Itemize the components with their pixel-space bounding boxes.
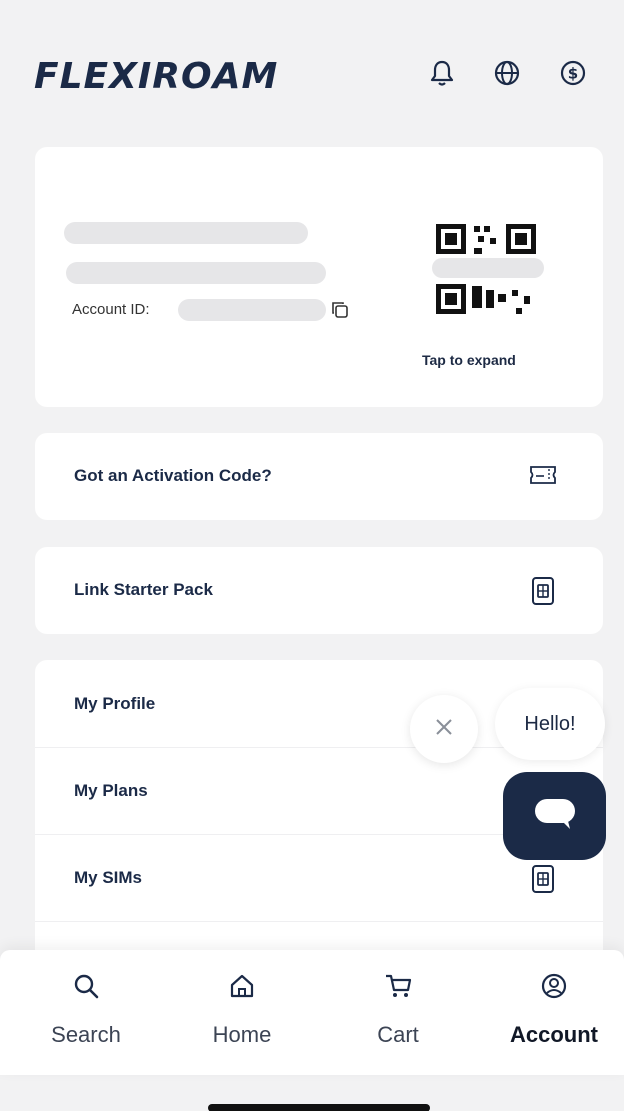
nav-account-label: Account [510,1022,598,1047]
menu-item-my-plans[interactable]: My Plans [74,781,148,801]
nav-search-label: Search [51,1022,121,1047]
link-starter-pack-label: Link Starter Pack [74,580,213,599]
account-name-redacted [64,222,308,244]
chat-greeting-text: Hello! [524,712,576,735]
chat-bubble-icon [532,795,578,838]
bell-icon[interactable] [425,56,459,90]
nav-cart-label: Cart [377,1022,419,1047]
flexiroam-logo[interactable]: FLEXIROAM [34,56,278,97]
nav-cart[interactable]: Cart [320,950,476,1075]
sim-card-icon [530,576,556,611]
nav-search[interactable]: Search [8,950,164,1075]
app-header: FLEXIROAM $ [0,0,624,140]
chat-close-button[interactable] [410,695,478,763]
home-icon [164,972,320,1000]
nav-account[interactable]: Account [476,950,624,1075]
account-id-label: Account ID: [72,301,150,318]
search-icon [8,972,164,1000]
menu-item-my-sims[interactable]: My SIMs [74,868,142,888]
home-indicator [208,1104,430,1111]
close-icon [433,716,455,743]
activation-code-label: Got an Activation Code? [74,466,272,485]
account-icon [476,972,624,1000]
bottom-navigation: Search Home Cart Account [0,950,624,1075]
ticket-icon [528,463,558,492]
qr-expand-caption[interactable]: Tap to expand [422,352,516,368]
account-email-redacted [66,262,326,284]
currency-icon[interactable]: $ [556,56,590,90]
menu-item-my-profile[interactable]: My Profile [74,694,155,714]
nav-home[interactable]: Home [164,950,320,1075]
cart-icon [320,972,476,1000]
copy-icon[interactable] [330,300,350,325]
svg-text:$: $ [568,65,578,83]
chat-launcher-button[interactable] [503,772,606,860]
sim-card-icon [530,864,556,899]
menu-divider [35,921,603,922]
qr-code[interactable] [432,220,544,324]
globe-icon[interactable] [490,56,524,90]
chat-greeting-bubble[interactable]: Hello! [495,688,605,760]
nav-home-label: Home [212,1022,272,1047]
account-id-redacted [178,299,326,321]
